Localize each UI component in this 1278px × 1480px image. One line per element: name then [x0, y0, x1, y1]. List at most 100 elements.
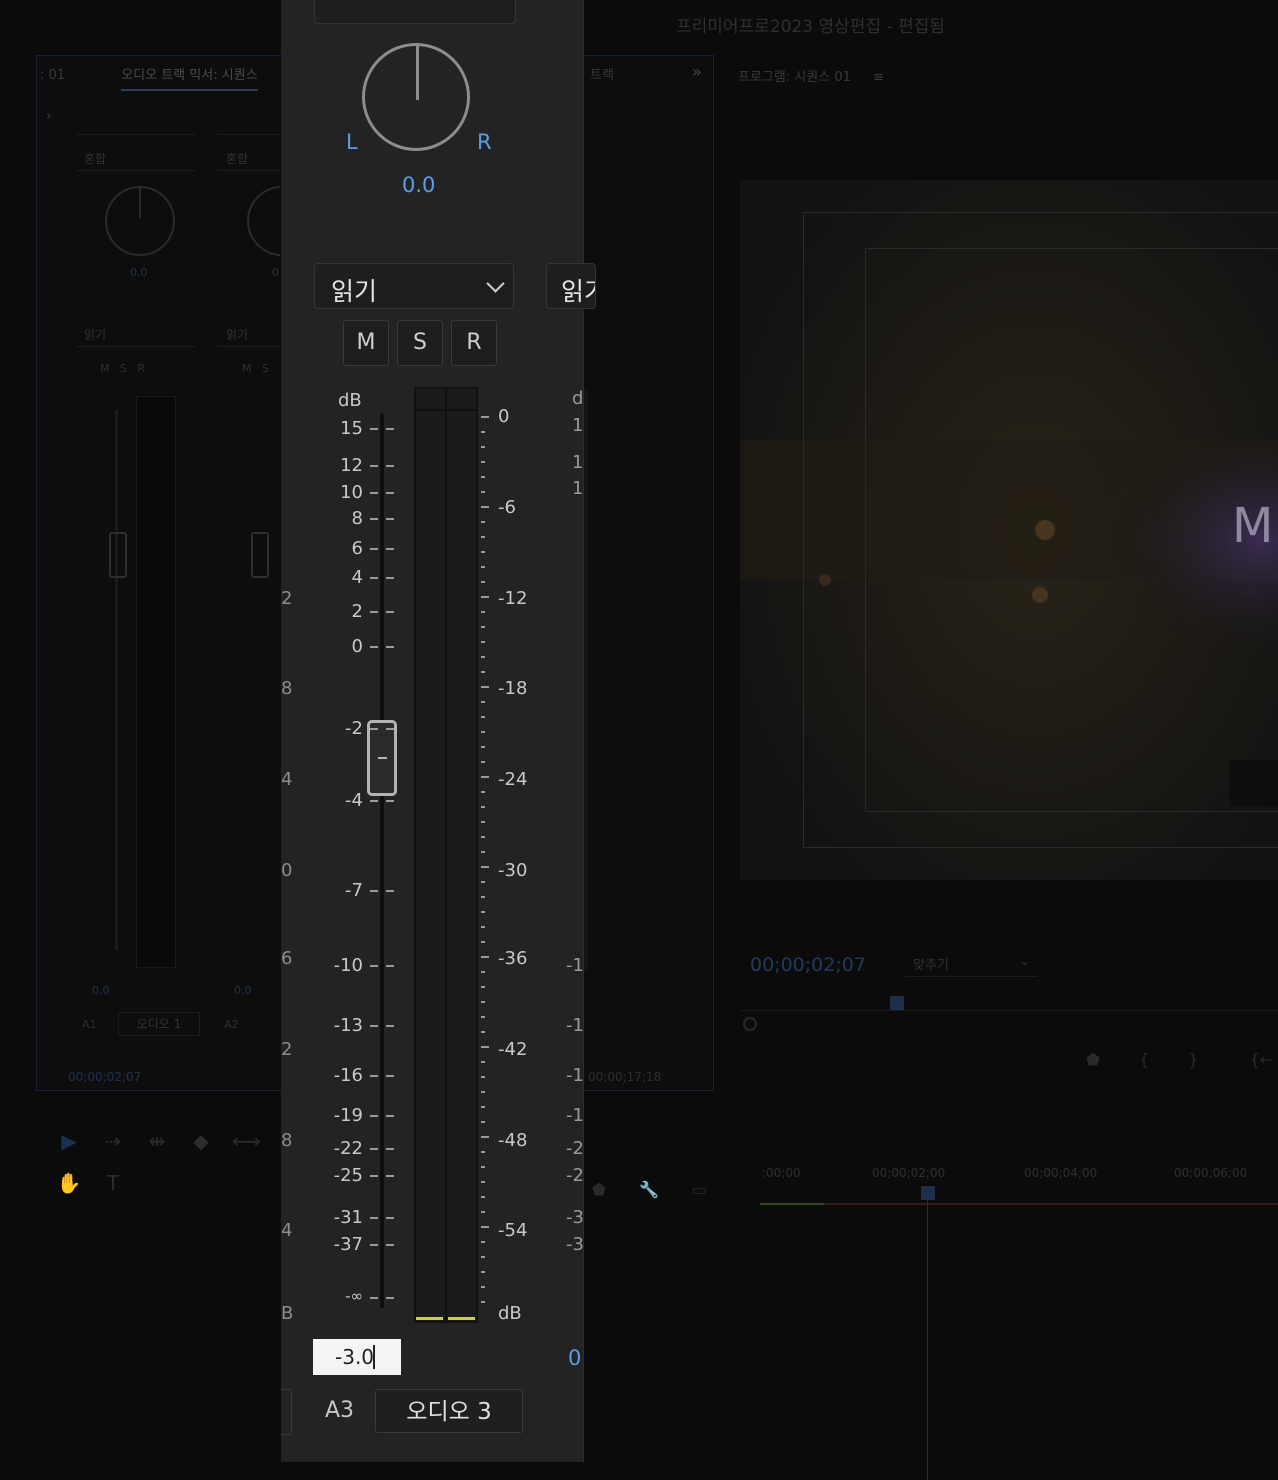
meter-tick	[481, 956, 489, 958]
fader-tick	[370, 1025, 378, 1027]
razor-tool-icon[interactable]: ◆	[188, 1128, 214, 1154]
track-a1-id: A1	[82, 1018, 97, 1031]
fader-scale-label: -10	[333, 955, 363, 976]
track-a2-automation[interactable]: 읽기	[218, 324, 280, 347]
mark-in-icon[interactable]: {	[1139, 1050, 1149, 1069]
go-to-in-icon[interactable]: {←	[1250, 1050, 1274, 1069]
track-a1-pan-knob[interactable]	[105, 186, 175, 256]
panel-menu-icon[interactable]: ≡	[873, 70, 884, 85]
volume-fader-track[interactable]	[380, 413, 384, 1308]
track-select-tool-icon[interactable]: ⇢	[100, 1128, 126, 1154]
fader-tick	[386, 1175, 394, 1177]
meter-scale-label: -48	[498, 1130, 528, 1151]
solo-button[interactable]: S	[397, 320, 443, 366]
meter-tick	[481, 536, 485, 538]
panel-overflow-icon[interactable]: »	[692, 62, 702, 81]
wrench-icon[interactable]: 🔧	[639, 1180, 659, 1199]
pan-value[interactable]: 0.0	[402, 173, 435, 197]
track-a2-msr[interactable]: M S	[242, 362, 269, 375]
fader-tick	[370, 577, 378, 579]
track-a1-name[interactable]: 오디오 1	[118, 1012, 200, 1036]
add-marker-icon[interactable]: ⬟	[592, 1180, 606, 1199]
cut-label: 0	[281, 860, 293, 881]
track-a1-volume[interactable]: 0.0	[92, 984, 110, 997]
meter-tick	[481, 881, 485, 883]
fader-tick	[386, 492, 394, 494]
timeline-tools: ⬟ 🔧 ▭	[592, 1180, 707, 1199]
meter-tick	[481, 611, 485, 613]
fader-tick	[386, 1244, 394, 1246]
fader-scale-label: 2	[351, 601, 363, 622]
fader-scale-label: 12	[340, 455, 363, 476]
next-track-volume[interactable]: 0	[568, 1346, 581, 1370]
ripple-edit-tool-icon[interactable]: ⇹	[144, 1128, 170, 1154]
meter-level-left	[416, 1317, 443, 1320]
fader-tick	[386, 890, 394, 892]
timeline-playhead[interactable]	[921, 1186, 935, 1200]
meter-tick	[481, 896, 485, 898]
track-a1-pan-value: 0.0	[130, 266, 148, 279]
mini-timeline[interactable]	[740, 1010, 1278, 1011]
fader-tick	[370, 548, 378, 550]
track-a2-input-dropdown[interactable]	[218, 112, 280, 135]
pan-left-label: L	[346, 130, 358, 154]
pan-mode-dropdown[interactable]: 혼합	[314, 0, 516, 24]
meter-tick	[481, 851, 485, 853]
mixer-tabs: : 01 오디오 트랙 믹서: 시퀀스	[40, 64, 258, 91]
fader-tick	[370, 1115, 378, 1117]
playhead-circle-icon[interactable]	[743, 1017, 757, 1031]
track-name-field[interactable]: 오디오 3	[375, 1389, 523, 1433]
hand-tool-icon[interactable]: ✋	[56, 1170, 82, 1196]
track-a2-fader[interactable]	[251, 532, 269, 578]
track-a1-msr[interactable]: M S R	[100, 362, 145, 375]
track-a1-input-dropdown[interactable]	[76, 112, 196, 135]
track-a2-pan-mode[interactable]: 혼합	[218, 148, 280, 171]
meter-tick	[481, 1211, 485, 1213]
meter-tick	[481, 476, 485, 478]
next-track-automation-dropdown[interactable]: 읽기	[546, 263, 596, 309]
type-tool-icon[interactable]: T	[100, 1170, 126, 1196]
fit-dropdown[interactable]: 맞추기 ⌄	[905, 954, 1038, 977]
track-a1-fader[interactable]	[109, 532, 127, 578]
next-track-automation-label: 읽기	[561, 277, 595, 306]
volume-value-input[interactable]	[313, 1339, 401, 1375]
peak-indicator[interactable]	[414, 387, 478, 411]
meter-tick	[481, 806, 485, 808]
track-a1-pan-mode[interactable]: 혼합	[76, 148, 196, 171]
volume-fader-handle[interactable]	[367, 720, 397, 796]
tab-left-number[interactable]: : 01	[40, 68, 65, 83]
track-a2-pan-knob[interactable]	[247, 186, 280, 256]
expand-icon[interactable]: ›	[46, 108, 52, 124]
record-button[interactable]: R	[451, 320, 497, 366]
meter-tick	[481, 461, 485, 463]
meter-tick	[481, 746, 485, 748]
fader-tick	[386, 428, 394, 430]
track-a1-automation[interactable]: 읽기	[76, 324, 196, 347]
meter-tick	[481, 1181, 485, 1183]
meter-scale-label: -18	[498, 678, 528, 699]
track-a2-volume[interactable]: 0.0	[234, 984, 252, 997]
automation-mode-dropdown[interactable]: 읽기	[314, 263, 514, 309]
meter-scale-label: -42	[498, 1039, 528, 1060]
captions-icon[interactable]: ▭	[692, 1180, 707, 1199]
meter-tick	[481, 926, 485, 928]
playhead-marker[interactable]	[890, 996, 904, 1010]
next-track-scale: -3	[566, 1207, 584, 1228]
meter-tick	[481, 1001, 485, 1003]
tab-audio-track-mixer[interactable]: 오디오 트랙 믹서: 시퀀스	[121, 68, 258, 91]
transport-controls[interactable]: ⬟ { } {←	[1086, 1050, 1273, 1069]
fader-tick	[386, 1217, 394, 1219]
program-timecode[interactable]: 00;00;02;07	[750, 954, 866, 976]
slip-tool-icon[interactable]: ⟷	[232, 1128, 261, 1154]
mute-button[interactable]: M	[343, 320, 389, 366]
marker-icon[interactable]: ⬟	[1086, 1050, 1100, 1069]
fader-scale-label: 10	[340, 482, 363, 503]
fader-tick	[386, 965, 394, 967]
track-id: A3	[325, 1398, 355, 1423]
fader-tick	[370, 611, 378, 613]
mark-out-icon[interactable]: }	[1188, 1050, 1198, 1069]
meter-tick	[481, 866, 489, 868]
tab-right[interactable]: 트랙	[590, 64, 614, 83]
meter-scale-label: -12	[498, 588, 528, 609]
selection-tool-icon[interactable]: ▶	[56, 1128, 82, 1154]
